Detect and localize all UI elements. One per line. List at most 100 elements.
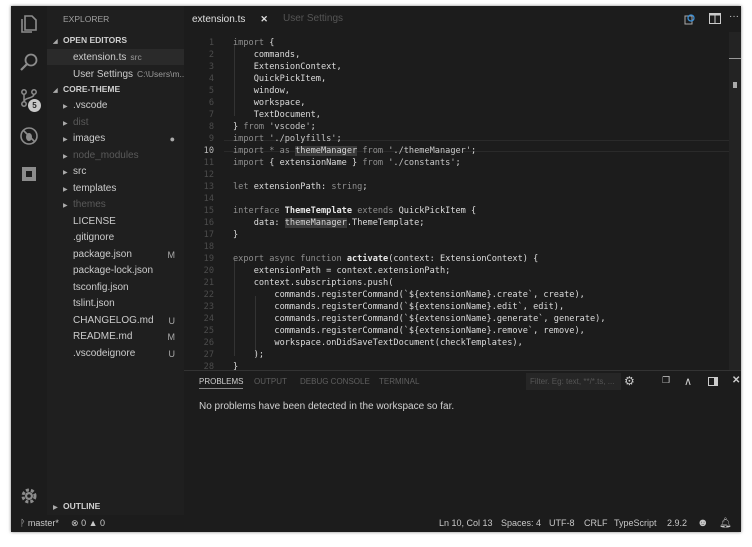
- file-item[interactable]: .vscodeignore U: [47, 346, 184, 362]
- bottom-panel: PROBLEMSOUTPUTDEBUG CONSOLETERMINAL ⚙ ❐ …: [184, 370, 741, 515]
- file-item[interactable]: CHANGELOG.md U: [47, 313, 184, 329]
- code-editor[interactable]: 1 import {2 commands, 3 ExtensionContext, 4…: [184, 32, 729, 372]
- extensions-icon[interactable]: [19, 164, 39, 184]
- code-line: }: [233, 229, 238, 241]
- code-token: 'vscode': [264, 122, 311, 132]
- file-item[interactable]: tslint.json: [47, 296, 184, 312]
- search-icon[interactable]: [19, 52, 39, 72]
- code-token: .ThemeTemplate;: [346, 218, 425, 228]
- code-token: themeManager: [284, 218, 347, 228]
- code-token: import: [233, 134, 265, 144]
- toggle-panel-position-icon[interactable]: [708, 377, 718, 386]
- cursor-position[interactable]: Ln 10, Col 13: [439, 515, 493, 532]
- git-branch[interactable]: ᚹ master*: [20, 515, 59, 532]
- code-token: context.subscriptions.push(: [233, 278, 394, 288]
- code-token: extensionPath = context.extensionPath;: [233, 266, 451, 276]
- language-mode[interactable]: TypeScript: [614, 515, 657, 532]
- open-editor-item[interactable]: extension.ts src: [47, 49, 184, 65]
- line-number: 3: [208, 62, 214, 72]
- folder-item[interactable]: ▶ .vscode: [47, 98, 184, 114]
- open-editors-header[interactable]: ◢ OPEN EDITORS: [53, 32, 190, 48]
- code-token: themeManager: [295, 146, 358, 156]
- item-name: LICENSE: [73, 215, 116, 227]
- collapse-all-icon[interactable]: ❐: [662, 375, 670, 386]
- code-token: ;: [310, 122, 316, 132]
- indentation[interactable]: Spaces: 4: [501, 515, 541, 532]
- code-line: import {: [233, 37, 274, 49]
- line-number: 11: [203, 158, 214, 168]
- file-item[interactable]: LICENSE: [47, 214, 184, 230]
- line-number: 22: [203, 290, 214, 300]
- split-editor-icon[interactable]: [709, 13, 721, 24]
- code-line: workspace.onDidSaveTextDocument(checkTem…: [233, 337, 522, 349]
- ts-version[interactable]: 2.9.2: [667, 515, 687, 532]
- open-changes-icon[interactable]: [684, 13, 696, 25]
- tab-user-settings[interactable]: User Settings: [283, 6, 343, 32]
- filter-settings-icon[interactable]: ⚙: [624, 374, 635, 388]
- line-number: 27: [203, 350, 214, 360]
- warning-count: 0: [100, 518, 106, 528]
- code-line: context.subscriptions.push(: [233, 277, 394, 289]
- outline-header[interactable]: ▶ OUTLINE: [53, 498, 190, 514]
- panel-tab-output[interactable]: OUTPUT: [254, 377, 287, 386]
- problems-filter-input[interactable]: [526, 373, 621, 390]
- file-item[interactable]: package.json M: [47, 247, 184, 263]
- code-token: (context: ExtensionContext) {: [388, 254, 539, 264]
- line-number: 12: [203, 170, 214, 180]
- code-token: data:: [233, 218, 285, 228]
- folder-item[interactable]: ▶ images ●: [47, 131, 184, 147]
- gear-icon[interactable]: [19, 486, 39, 506]
- encoding[interactable]: UTF-8: [549, 515, 575, 532]
- chevron-right-icon: ▶: [63, 153, 68, 160]
- line-number: 15: [203, 206, 214, 216]
- code-token: ExtensionContext,: [233, 62, 342, 72]
- line-ending[interactable]: CRLF: [584, 515, 608, 532]
- line-number: 7: [208, 110, 214, 120]
- problems-status[interactable]: ⊗ 0 ▲ 0: [71, 515, 105, 532]
- folder-item[interactable]: ▶ templates: [47, 181, 184, 197]
- panel-tab-debug-console[interactable]: DEBUG CONSOLE: [300, 377, 370, 386]
- line-number: 2: [208, 50, 214, 60]
- item-name: dist: [73, 116, 89, 128]
- file-item[interactable]: .gitignore: [47, 230, 184, 246]
- panel-tab-problems[interactable]: PROBLEMS: [199, 377, 244, 389]
- feedback-smiley-icon[interactable]: ☻: [697, 515, 709, 532]
- code-token: commands.registerCommand(`${extensionNam…: [233, 326, 585, 336]
- more-actions-icon[interactable]: ···: [729, 11, 739, 22]
- code-token: ;: [336, 134, 342, 144]
- folder-item[interactable]: ▶ node_modules: [47, 148, 184, 164]
- item-name: src: [73, 166, 87, 177]
- chevron-right-icon: ▶: [63, 104, 68, 110]
- code-line: data: themeManager.ThemeTemplate;: [233, 217, 424, 229]
- error-count: 0: [81, 518, 87, 528]
- file-item[interactable]: package-lock.json: [47, 263, 184, 279]
- line-number: 16: [203, 218, 214, 228]
- open-editor-item[interactable]: User Settings C:\Users\m...: [47, 66, 184, 82]
- maximize-panel-icon[interactable]: ∧: [684, 375, 692, 388]
- code-token: ;: [455, 158, 461, 168]
- project-header[interactable]: ◢ CORE-THEME: [53, 81, 190, 97]
- close-icon[interactable]: ✕: [260, 14, 268, 24]
- notifications-bell-icon[interactable]: 🔔︎: [719, 515, 732, 532]
- close-panel-icon[interactable]: ✕: [732, 375, 740, 386]
- files-icon[interactable]: [19, 14, 39, 34]
- code-token: workspace,: [233, 98, 306, 108]
- code-line: commands.registerCommand(`${extensionNam…: [233, 301, 564, 313]
- line-number: 17: [203, 230, 214, 240]
- editor-scrollbar[interactable]: [729, 32, 741, 370]
- item-name: themes: [73, 199, 106, 210]
- tab-extension-ts[interactable]: extension.ts ✕: [192, 6, 268, 32]
- debug-icon[interactable]: [19, 126, 39, 146]
- error-icon: ⊗: [71, 518, 79, 528]
- code-line: import { extensionName } from './constan…: [233, 157, 461, 169]
- folder-item[interactable]: ▶ src: [47, 164, 184, 180]
- chevron-right-icon: ▶: [63, 137, 68, 143]
- code-token: import: [233, 158, 265, 168]
- file-item[interactable]: tsconfig.json: [47, 280, 184, 296]
- file-item[interactable]: README.md M: [47, 329, 184, 345]
- folder-item[interactable]: ▶ dist: [47, 115, 184, 131]
- code-line: interface ThemeTemplate extends QuickPic…: [233, 205, 476, 217]
- folder-item[interactable]: ▶ themes: [47, 197, 184, 213]
- panel-tab-terminal[interactable]: TERMINAL: [379, 377, 419, 386]
- item-name: .gitignore: [73, 232, 115, 243]
